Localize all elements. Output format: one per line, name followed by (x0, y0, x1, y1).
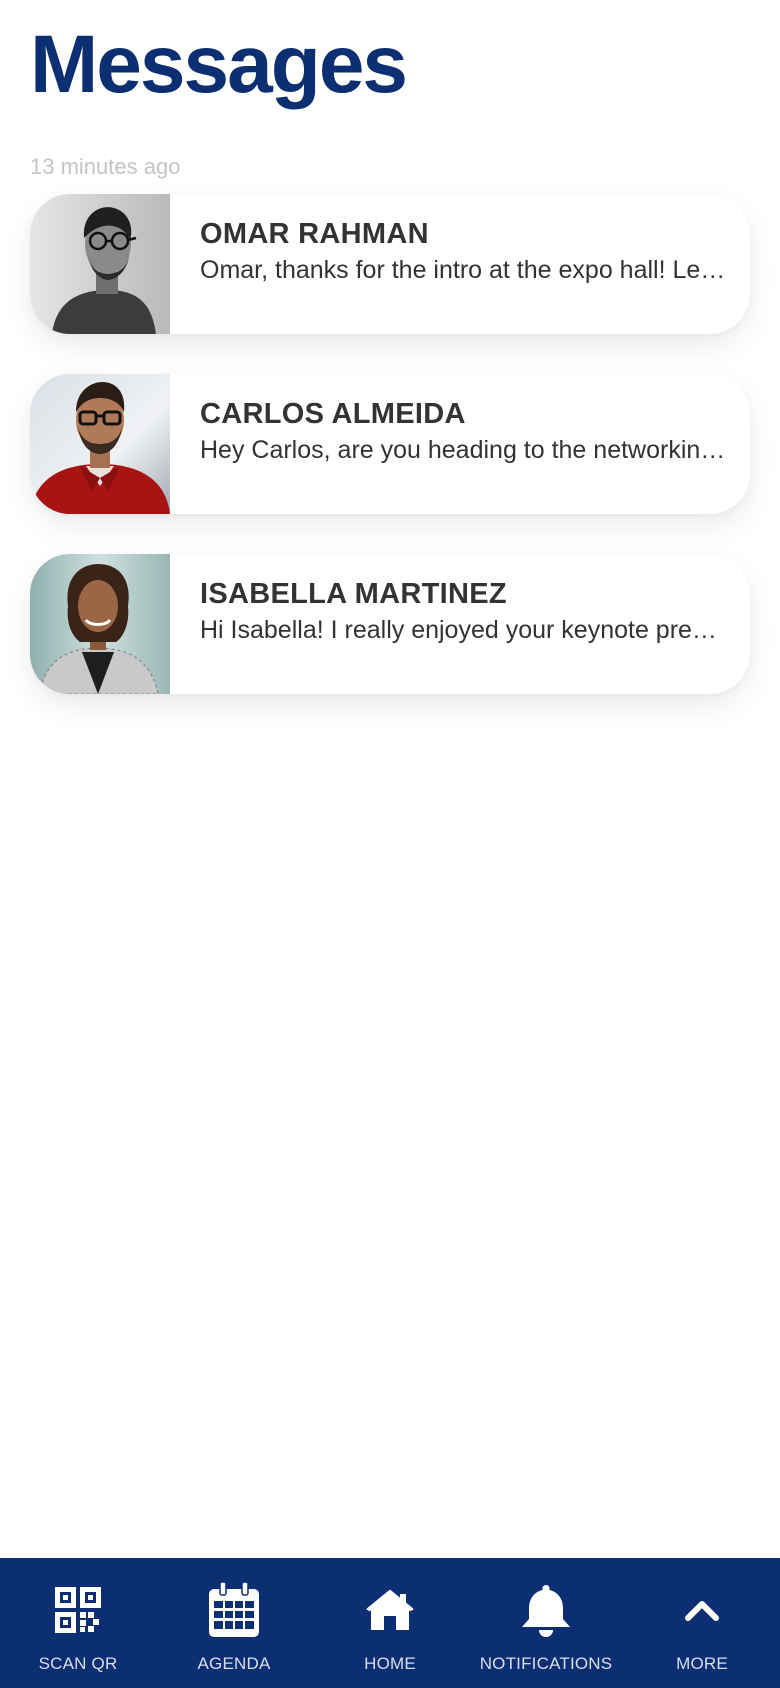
avatar (30, 374, 170, 514)
bottom-tab-bar: SCAN QR AGENDA HOME NOTIFICATIONS MORE (0, 1558, 780, 1688)
tab-agenda[interactable]: AGENDA (156, 1558, 312, 1688)
tab-label: NOTIFICATIONS (479, 1654, 613, 1673)
tab-label: SCAN QR (38, 1654, 118, 1673)
tab-label: HOME (364, 1654, 416, 1673)
calendar-icon (206, 1582, 262, 1638)
message-item-isabella-martinez[interactable]: ISABELLA MARTINEZ Hi Isabella! I really … (30, 554, 750, 694)
chevron-up-icon (674, 1582, 730, 1638)
message-list: OMAR RAHMAN Omar, thanks for the intro a… (30, 194, 750, 734)
message-item-carlos-almeida[interactable]: CARLOS ALMEIDA Hey Carlos, are you headi… (30, 374, 750, 514)
tab-notifications[interactable]: NOTIFICATIONS (468, 1558, 624, 1688)
tab-label: AGENDA (197, 1654, 271, 1673)
avatar (30, 554, 170, 694)
tab-home[interactable]: HOME (312, 1558, 468, 1688)
qr-code-icon (50, 1582, 106, 1638)
tab-more[interactable]: MORE (624, 1558, 780, 1688)
message-preview: Hey Carlos, are you heading to the netwo… (200, 435, 726, 464)
message-preview: Omar, thanks for the intro at the expo h… (200, 255, 726, 284)
tab-label: MORE (676, 1654, 728, 1673)
avatar (30, 194, 170, 334)
tab-scan-qr[interactable]: SCAN QR (0, 1558, 156, 1688)
bell-icon (518, 1582, 574, 1638)
message-preview: Hi Isabella! I really enjoyed your keyno… (200, 615, 717, 644)
page-title: Messages (30, 19, 408, 110)
sender-name: CARLOS ALMEIDA (200, 398, 466, 430)
home-icon (362, 1582, 418, 1638)
message-timestamp: 13 minutes ago (30, 154, 181, 179)
message-item-omar-rahman[interactable]: OMAR RAHMAN Omar, thanks for the intro a… (30, 194, 750, 334)
sender-name: OMAR RAHMAN (200, 218, 429, 250)
sender-name: ISABELLA MARTINEZ (200, 578, 507, 610)
